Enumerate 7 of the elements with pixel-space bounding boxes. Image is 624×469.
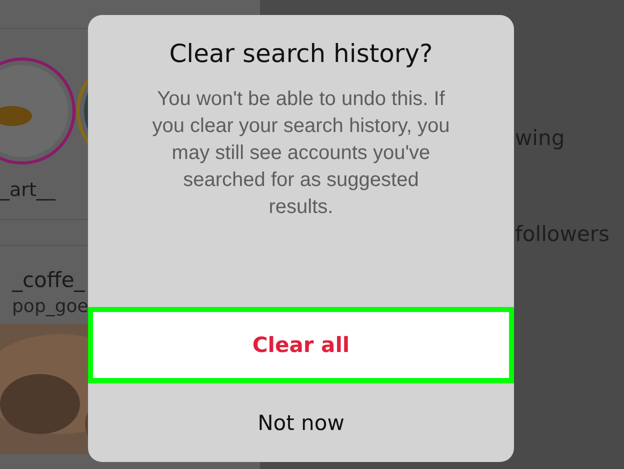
not-now-button[interactable]: Not now [88,383,514,462]
dialog-message: You won't be able to undo this. If you clear your search history, you may still see accounts you've searched for as suggested results. [151,87,451,220]
account-subtitle: pop_goe [12,296,90,317]
dialog-title: Clear search history? [169,39,433,68]
story-avatar[interactable] [0,56,77,166]
story-label: _art__ [0,179,56,201]
clear-all-button[interactable]: Clear all [88,307,514,383]
